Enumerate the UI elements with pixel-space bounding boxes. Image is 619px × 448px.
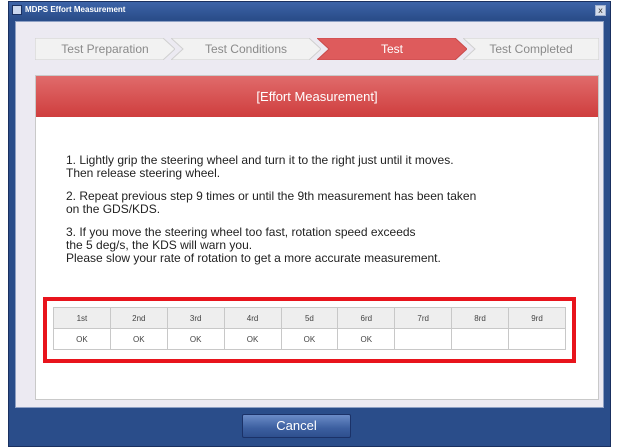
cancel-button[interactable]: Cancel	[242, 414, 351, 438]
results-highlight-box: 1st 2nd 3rd 4rd 5d 6rd 7rd 8rd 9rd OK OK…	[43, 297, 576, 363]
instruction-2: 2. Repeat previous step 9 times or until…	[66, 189, 477, 216]
instructions: 1. Lightly grip the steering wheel and t…	[66, 154, 576, 275]
results-table: 1st 2nd 3rd 4rd 5d 6rd 7rd 8rd 9rd OK OK…	[53, 307, 566, 350]
window-title: MDPS Effort Measurement	[25, 5, 126, 14]
value-cell: OK	[280, 328, 339, 350]
value-cell: OK	[223, 328, 282, 350]
value-cell: OK	[53, 328, 111, 350]
title-bar[interactable]: MDPS Effort Measurement x	[9, 2, 610, 19]
results-value-row: OK OK OK OK OK OK	[53, 328, 566, 350]
value-cell	[508, 328, 566, 350]
progress-steps: Test Preparation Test Conditions Test Te…	[35, 38, 599, 60]
step-test: Test	[317, 38, 467, 60]
header-cell: 7rd	[394, 307, 453, 329]
step-test-completed: Test Completed	[463, 38, 599, 60]
step-test-preparation: Test Preparation	[35, 38, 175, 60]
value-cell	[451, 328, 509, 350]
header-cell: 8rd	[451, 307, 509, 329]
header-cell: 1st	[53, 307, 111, 329]
mdps-effort-window: MDPS Effort Measurement x Test Preparati…	[8, 1, 611, 447]
header-cell: 2nd	[109, 307, 168, 329]
header-cell: 3rd	[166, 307, 225, 329]
close-button[interactable]: x	[595, 5, 606, 16]
app-icon	[12, 5, 22, 15]
step-label: Test Completed	[489, 42, 573, 56]
value-cell	[394, 328, 453, 350]
value-cell: OK	[166, 328, 225, 350]
header-cell: 4rd	[223, 307, 282, 329]
step-label: Test	[380, 42, 403, 56]
step-label: Test Conditions	[204, 42, 288, 56]
instruction-3: 3. If you move the steering wheel too fa…	[66, 225, 441, 265]
value-cell: OK	[337, 328, 396, 350]
step-label: Test Preparation	[61, 42, 149, 56]
panel-header: [Effort Measurement]	[36, 76, 598, 117]
header-cell: 6rd	[337, 307, 396, 329]
value-cell: OK	[109, 328, 168, 350]
header-cell: 5d	[280, 307, 339, 329]
step-test-conditions: Test Conditions	[171, 38, 321, 60]
header-cell: 9rd	[508, 307, 566, 329]
results-header-row: 1st 2nd 3rd 4rd 5d 6rd 7rd 8rd 9rd	[53, 307, 566, 329]
instruction-1: 1. Lightly grip the steering wheel and t…	[66, 153, 454, 180]
